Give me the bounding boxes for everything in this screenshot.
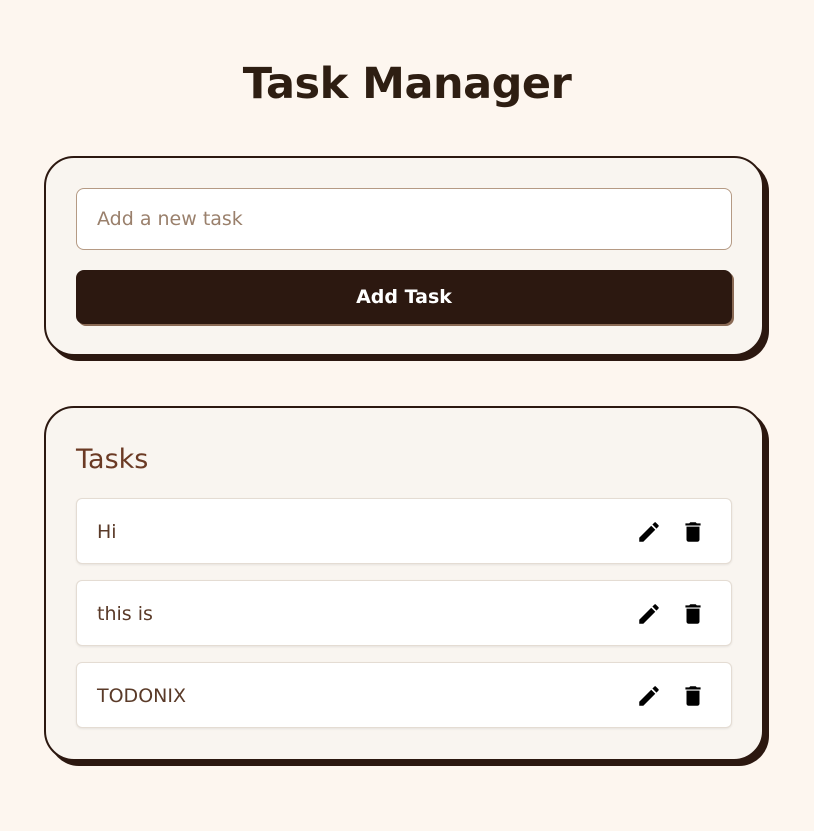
- edit-task-button[interactable]: [636, 601, 662, 627]
- task-text: this is: [97, 603, 153, 625]
- task-text: Hi: [97, 521, 117, 543]
- task-item: this is: [76, 580, 732, 646]
- pencil-icon: [639, 604, 659, 624]
- task-item: TODONIX: [76, 662, 732, 728]
- task-list-card: Tasks Hi this is TODONIX: [44, 406, 764, 761]
- task-item: Hi: [76, 498, 732, 564]
- page-title: Task Manager: [242, 59, 572, 109]
- add-task-card: Add Task: [44, 156, 764, 356]
- task-text: TODONIX: [97, 685, 186, 707]
- task-list: Hi this is TODONIX: [76, 498, 732, 744]
- edit-task-button[interactable]: [636, 519, 662, 545]
- tasks-heading: Tasks: [76, 444, 149, 475]
- new-task-input[interactable]: [76, 188, 732, 250]
- delete-task-button[interactable]: [680, 601, 706, 627]
- add-task-button[interactable]: Add Task: [76, 270, 732, 324]
- pencil-icon: [639, 686, 659, 706]
- trash-icon: [685, 686, 701, 706]
- edit-task-button[interactable]: [636, 683, 662, 709]
- delete-task-button[interactable]: [680, 519, 706, 545]
- trash-icon: [685, 604, 701, 624]
- pencil-icon: [639, 522, 659, 542]
- trash-icon: [685, 522, 701, 542]
- delete-task-button[interactable]: [680, 683, 706, 709]
